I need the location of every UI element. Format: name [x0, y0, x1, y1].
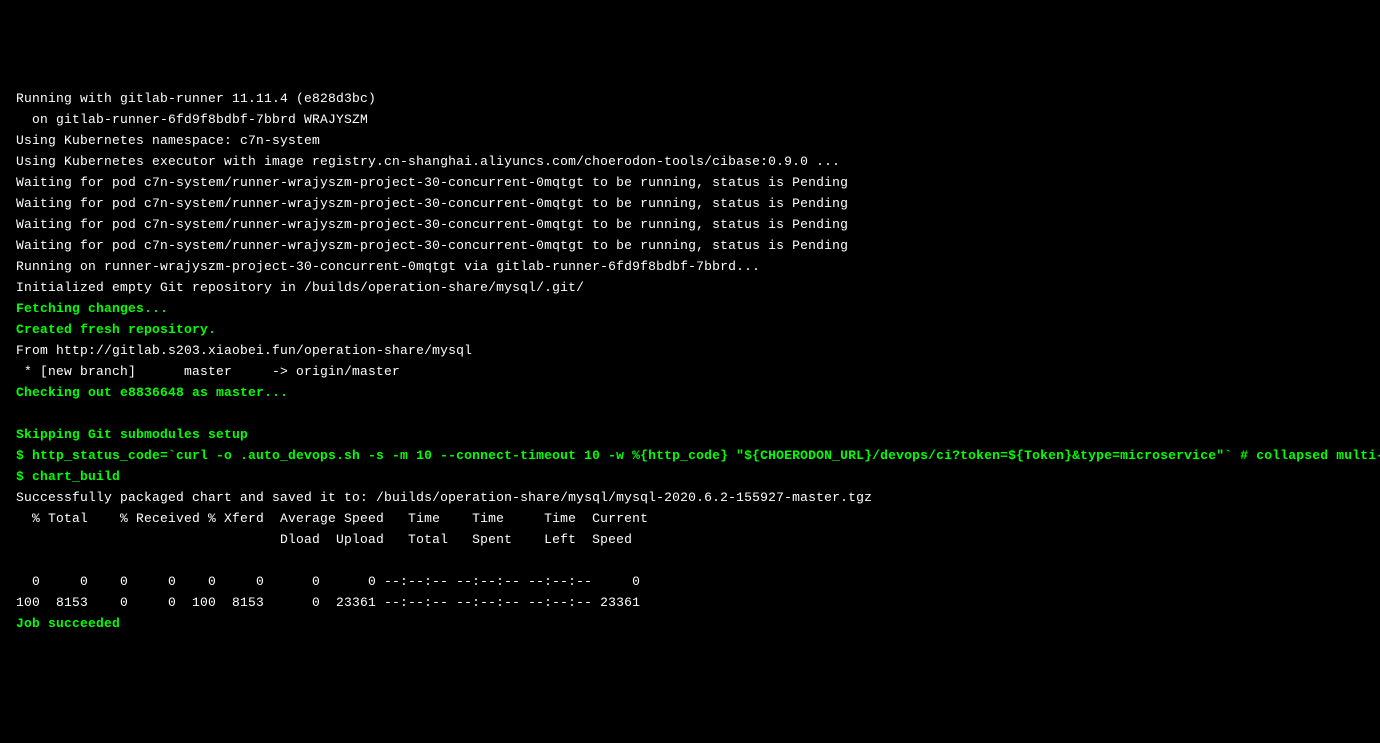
log-line	[16, 550, 1364, 571]
log-line: Skipping Git submodules setup	[16, 424, 1364, 445]
log-line: on gitlab-runner-6fd9f8bdbf-7bbrd WRAJYS…	[16, 109, 1364, 130]
log-line: 100 8153 0 0 100 8153 0 23361 --:--:-- -…	[16, 592, 1364, 613]
log-line	[16, 403, 1364, 424]
log-line: Waiting for pod c7n-system/runner-wrajys…	[16, 235, 1364, 256]
log-line: Waiting for pod c7n-system/runner-wrajys…	[16, 172, 1364, 193]
log-line: * [new branch] master -> origin/master	[16, 361, 1364, 382]
log-line: Created fresh repository.	[16, 319, 1364, 340]
log-line: Using Kubernetes namespace: c7n-system	[16, 130, 1364, 151]
log-line: Initialized empty Git repository in /bui…	[16, 277, 1364, 298]
log-line: Running with gitlab-runner 11.11.4 (e828…	[16, 88, 1364, 109]
log-line: Job succeeded	[16, 613, 1364, 634]
log-line: Dload Upload Total Spent Left Speed	[16, 529, 1364, 550]
log-line: Fetching changes...	[16, 298, 1364, 319]
log-line: Checking out e8836648 as master...	[16, 382, 1364, 403]
terminal-log-output: Running with gitlab-runner 11.11.4 (e828…	[16, 88, 1364, 634]
log-line: % Total % Received % Xferd Average Speed…	[16, 508, 1364, 529]
log-line: Waiting for pod c7n-system/runner-wrajys…	[16, 193, 1364, 214]
log-line: Waiting for pod c7n-system/runner-wrajys…	[16, 214, 1364, 235]
log-line: 0 0 0 0 0 0 0 0 --:--:-- --:--:-- --:--:…	[16, 571, 1364, 592]
log-line: Successfully packaged chart and saved it…	[16, 487, 1364, 508]
log-line: Using Kubernetes executor with image reg…	[16, 151, 1364, 172]
log-line: $ chart_build	[16, 466, 1364, 487]
log-line: $ http_status_code=`curl -o .auto_devops…	[16, 445, 1364, 466]
log-line: Running on runner-wrajyszm-project-30-co…	[16, 256, 1364, 277]
log-line: From http://gitlab.s203.xiaobei.fun/oper…	[16, 340, 1364, 361]
